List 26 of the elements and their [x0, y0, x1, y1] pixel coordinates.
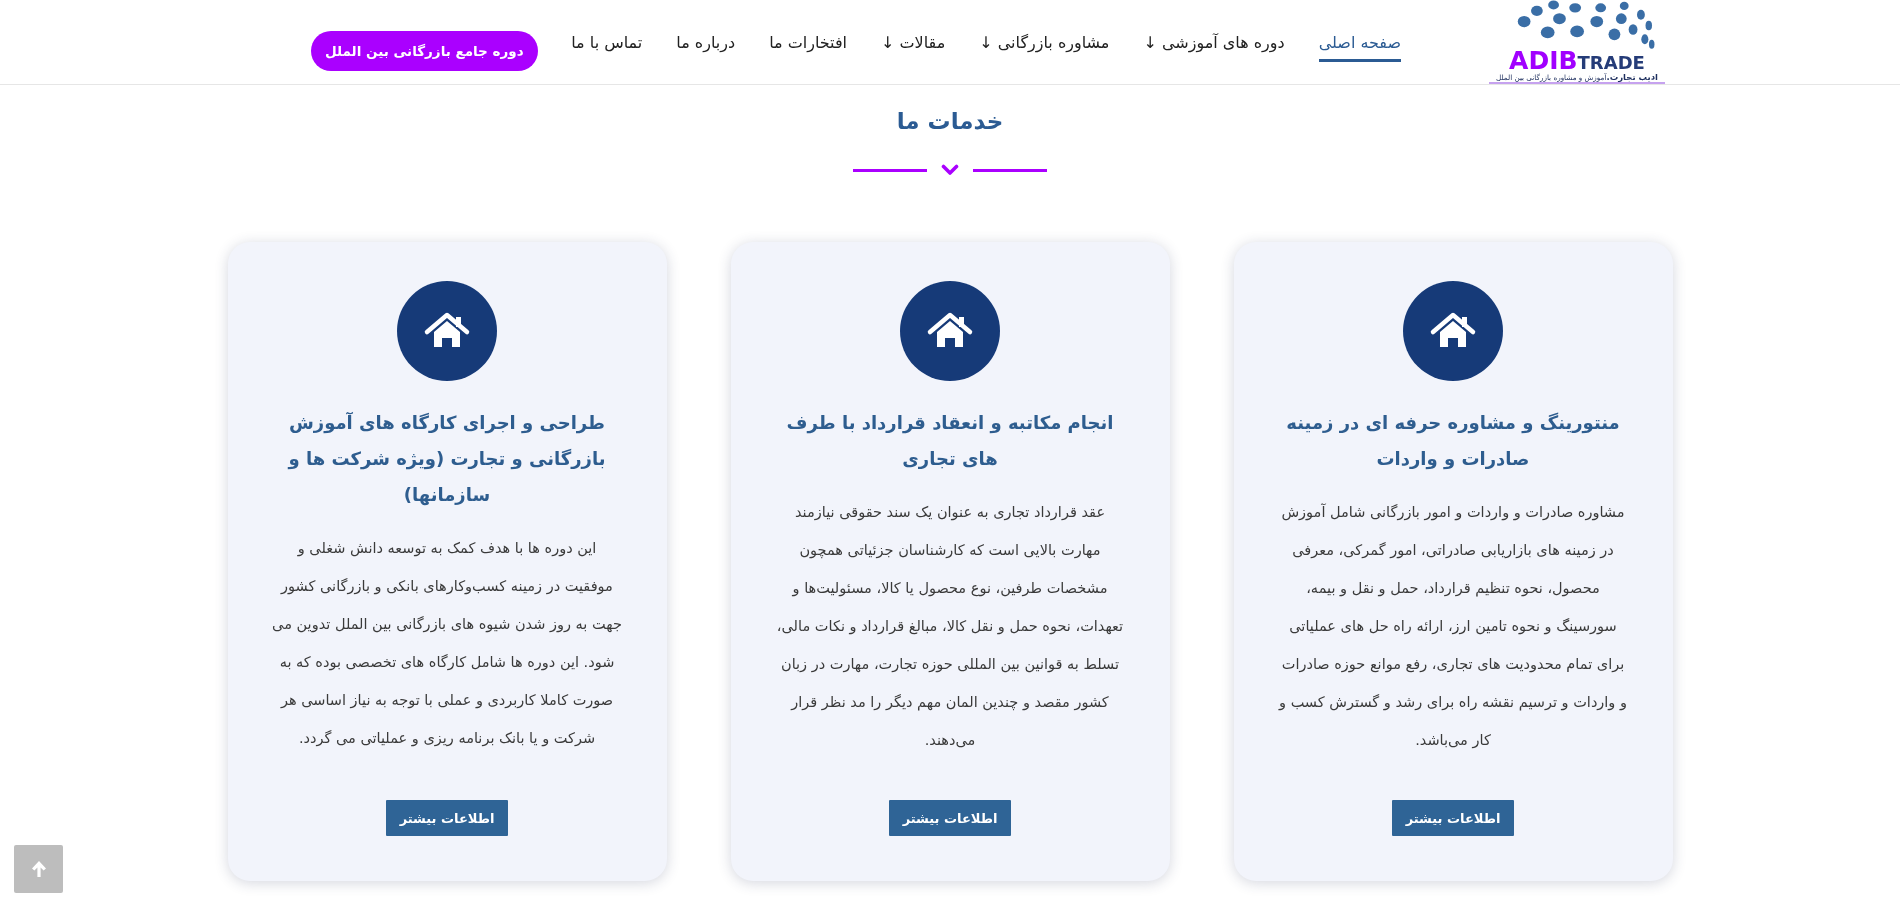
- house-icon: [900, 281, 1000, 381]
- arrow-up-icon: [30, 860, 47, 878]
- house-icon: [1403, 281, 1503, 381]
- nav-link[interactable]: مشاوره بازرگانی ↓: [979, 0, 1110, 62]
- card-description: عقد قرارداد تجاری به عنوان یک سند حقوقی نیازمند مهارت بالایی است که کارشناسان جزئیاتی همچون مشخصات طرفین، نوع محصول یا کالا، مسئولیت‌ها و تعهدات، نحوه حمل و نقل کالا، مبالغ قرارداد و نکات مالی، تسلط به قوانین بین المللی حوزه تجارت، مهارت در زبان کشور مقصد و چندین المان مهم دیگر را مد نظر قرار می‌دهند.: [775, 503, 1125, 750]
- nav-link[interactable]: تماس با ما: [571, 0, 643, 62]
- card-title: انجام مکاتبه و انعقاد قرارداد با طرف های تجاری: [785, 411, 1115, 471]
- nav-link[interactable]: مقالات ↓: [881, 0, 946, 62]
- scroll-to-top-button[interactable]: [14, 845, 63, 893]
- nav-link[interactable]: دوره های آموزشی ↓: [1143, 0, 1285, 62]
- nav-link[interactable]: درباره ما: [676, 0, 736, 62]
- card-description: این دوره ها با هدف کمک به توسعه دانش شغلی و موفقیت در زمینه کسب‌وکارهای بانکی و بازرگانی کشور جهت به روز شدن شیوه های بازرگانی بین الملل تدوین می شود. این دوره ها شامل کارگاه های تخصصی بوده که به صورت کاملا کاربردی و عملی با توجه به نیاز اساسی هر شرکت و یا بانک برنامه ریزی و عملیاتی می گردد.: [271, 539, 623, 749]
- course-button[interactable]: دوره جامع بازرگانی بین الملل: [311, 31, 538, 71]
- more-info-button[interactable]: اطلاعات بیشتر: [385, 800, 509, 836]
- card-title: طراحی و اجرای کارگاه های آموزش بازرگانی و تجارت (ویژه شرکت ها و سازمانها): [286, 411, 607, 508]
- card-description: مشاوره صادرات و واردات و امور بازرگانی شامل آموزش در زمینه های بازاریابی صادراتی، امور گمرکی، معرفی محصول، نحوه تنظیم قرارداد، حمل و نقل و بیمه، سورسینگ و نحوه تامین ارز، ارائه راه حل های عملیاتی برای تمام محدودیت های تجاری، رفع موانع حوزه صادرات و واردات و ترسیم نقشه راه برای رشد و گسترش کسب و کار می‌باشد.: [1277, 502, 1628, 751]
- card-title: منتورینگ و مشاوره حرفه ای در زمینه صادرات و واردات: [1285, 411, 1621, 472]
- logo-text: ADIB: [1509, 51, 1578, 72]
- chevron-down-icon: [941, 164, 959, 176]
- section-title: خدمات ما: [896, 107, 1004, 136]
- nav-link[interactable]: افتخارات ما: [769, 0, 847, 62]
- more-info-button[interactable]: اطلاعات بیشتر: [1391, 800, 1515, 836]
- more-info-button[interactable]: اطلاعات بیشتر: [888, 800, 1012, 836]
- house-icon: [397, 281, 497, 381]
- nav-link[interactable]: صفحه اصلی: [1318, 0, 1401, 62]
- logo-text: TRADE: [1577, 53, 1645, 74]
